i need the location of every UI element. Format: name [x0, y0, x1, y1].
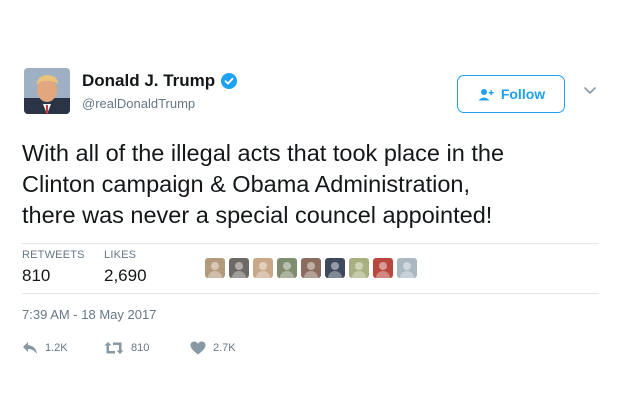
reply-icon	[23, 342, 37, 354]
liker-avatar[interactable]	[325, 258, 345, 278]
tweet-card: Donald J. Trump @realDonaldTrump Follow …	[0, 0, 618, 412]
liker-avatar-face	[379, 262, 387, 270]
likes-label: LIKES	[104, 249, 137, 261]
likes-value: 2,690	[104, 266, 147, 285]
liker-avatar-face	[355, 262, 363, 270]
retweets-label: RETWEETS	[22, 249, 85, 261]
tweet-text-line: Clinton campaign & Obama Administration,	[22, 171, 471, 197]
liker-avatar-body	[376, 271, 390, 278]
tweet-timestamp[interactable]: 7:39 AM - 18 May 2017	[22, 307, 156, 322]
like-count: 2.7K	[213, 342, 236, 354]
liker-avatar-body	[208, 271, 222, 278]
verified-badge-icon	[221, 73, 238, 89]
liked-by-avatars	[205, 258, 421, 278]
follow-user-icon	[478, 88, 494, 100]
avatar-image	[24, 68, 70, 114]
liker-avatar[interactable]	[397, 258, 417, 278]
liker-avatar-body	[232, 271, 246, 278]
liker-avatar-body	[304, 271, 318, 278]
liker-avatar[interactable]	[373, 258, 393, 278]
liker-avatar-face	[211, 262, 219, 270]
user-name[interactable]: Donald J. Trump	[82, 71, 215, 91]
liker-avatar-face	[331, 262, 339, 270]
tweet-text-line: there was never a special councel appoin…	[22, 202, 493, 228]
tweet-text-line: With all of the illegal acts that took p…	[22, 140, 505, 166]
liker-avatar[interactable]	[301, 258, 321, 278]
retweets-value: 810	[22, 266, 51, 285]
follow-button[interactable]: Follow	[457, 75, 565, 113]
liker-avatar-body	[280, 271, 294, 278]
heart-icon	[190, 341, 206, 355]
reply-button[interactable]: 1.2K	[22, 341, 68, 355]
tweet-text: With all of the illegal acts that took p…	[22, 138, 607, 231]
chevron-down-icon[interactable]	[583, 86, 597, 96]
liker-avatar-face	[307, 262, 315, 270]
likes-stat[interactable]: LIKES 2,690	[104, 249, 147, 286]
liker-avatar-body	[328, 271, 342, 278]
user-name-row[interactable]: Donald J. Trump	[82, 71, 238, 91]
liker-avatar-body	[352, 271, 366, 278]
liker-avatar[interactable]	[229, 258, 249, 278]
liker-avatar-face	[403, 262, 411, 270]
liker-avatar-face	[235, 262, 243, 270]
divider	[22, 243, 599, 244]
liker-avatar-face	[259, 262, 267, 270]
retweet-button[interactable]: 810	[104, 341, 149, 355]
liker-avatar[interactable]	[253, 258, 273, 278]
like-button[interactable]: 2.7K	[190, 341, 236, 355]
liker-avatar[interactable]	[205, 258, 225, 278]
user-handle[interactable]: @realDonaldTrump	[82, 96, 195, 111]
retweets-stat[interactable]: RETWEETS 810	[22, 249, 85, 286]
liker-avatar[interactable]	[277, 258, 297, 278]
reply-count: 1.2K	[45, 342, 68, 354]
liker-avatar[interactable]	[349, 258, 369, 278]
avatar[interactable]	[24, 68, 70, 114]
liker-avatar-face	[283, 262, 291, 270]
liker-avatar-body	[400, 271, 414, 278]
follow-button-label: Follow	[500, 86, 546, 102]
retweet-count: 810	[131, 342, 150, 354]
retweet-icon	[104, 342, 124, 354]
liker-avatar-body	[256, 271, 270, 278]
divider	[22, 293, 599, 294]
